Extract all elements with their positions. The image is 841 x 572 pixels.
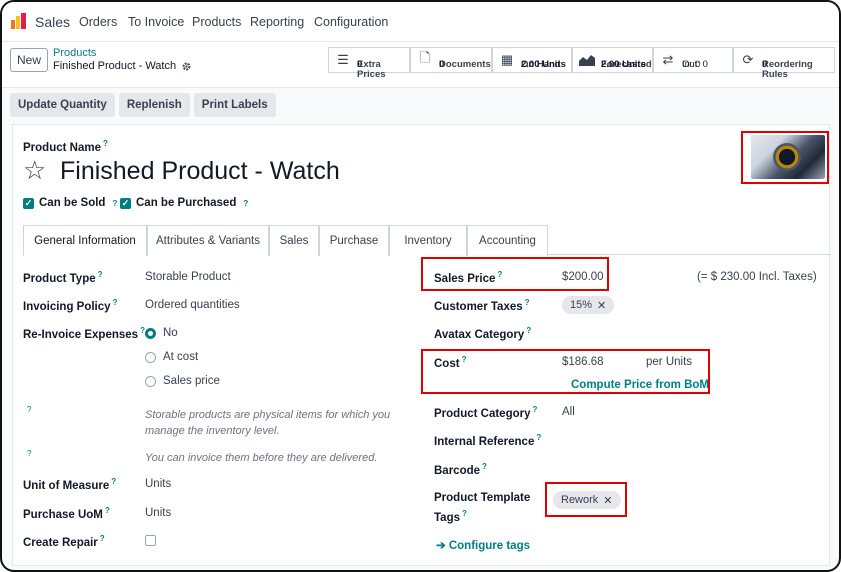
product-type-field[interactable]: Storable Product: [145, 271, 231, 283]
uom-field[interactable]: Units: [145, 478, 171, 490]
print-labels-button[interactable]: Print Labels: [193, 93, 276, 117]
smart-button-reordering-rules[interactable]: ⟳ Reordering Rules 0: [733, 47, 835, 80]
radio-empty-icon: [145, 351, 156, 363]
help-tooltip[interactable]: ?: [27, 449, 31, 458]
exchange-icon: ⇄: [662, 52, 674, 67]
radio-selected-icon: [145, 327, 156, 339]
smart-value: 2.00 Units: [521, 59, 566, 70]
breadcrumb-current: Finished Product - Watch: [53, 60, 192, 72]
app-name[interactable]: Sales: [35, 14, 70, 30]
radio-empty-icon: [145, 375, 156, 387]
product-title[interactable]: Finished Product - Watch: [60, 157, 340, 186]
invoicing-policy-field[interactable]: Ordered quantities: [145, 299, 240, 311]
nav-products[interactable]: Products: [192, 15, 241, 29]
smart-label: Extra Prices: [357, 59, 386, 80]
top-navbar: Sales Orders To Invoice Products Reporti…: [2, 2, 839, 42]
tab-sales[interactable]: Sales: [269, 225, 319, 256]
purchase-uom-field[interactable]: Units: [145, 507, 171, 519]
smart-value: 0: [439, 59, 445, 70]
reinvoice-expenses-label: Re-Invoice Expenses?: [23, 326, 145, 341]
smart-button-extra-prices[interactable]: ☰ Extra Prices 0: [328, 47, 410, 80]
smart-button-documents[interactable]: 🗋 Documents 0: [410, 47, 492, 73]
tab-accounting[interactable]: Accounting: [467, 225, 548, 256]
help-tooltip[interactable]: ?: [27, 405, 31, 414]
list-icon: ☰: [337, 52, 349, 67]
product-type-label: Product Type?: [23, 270, 103, 285]
document-icon: 🗋: [419, 50, 431, 65]
tab-general-information[interactable]: General Information: [23, 225, 147, 256]
radio-sales-price[interactable]: Sales price: [145, 375, 220, 387]
tab-attributes-variants[interactable]: Attributes & Variants: [147, 225, 269, 256]
update-quantity-button[interactable]: Update Quantity: [10, 93, 115, 117]
invoicing-policy-label: Invoicing Policy?: [23, 298, 118, 313]
app-window: Sales Orders To Invoice Products Reporti…: [0, 0, 841, 572]
nav-orders[interactable]: Orders: [79, 15, 117, 29]
tax-tag[interactable]: 15% ✕: [562, 296, 615, 314]
invoice-hint-text: You can invoice them before they are del…: [145, 452, 378, 464]
product-category-field[interactable]: All: [562, 406, 575, 418]
avatax-category-label: Avatax Category?: [434, 326, 532, 341]
smart-value: 2.00 Units: [601, 59, 646, 70]
area-chart-icon: [579, 53, 595, 67]
radio-no[interactable]: No: [145, 327, 178, 339]
replenish-button[interactable]: Replenish: [118, 93, 190, 117]
internal-reference-label: Internal Reference?: [434, 433, 542, 448]
radio-at-cost[interactable]: At cost: [145, 351, 198, 363]
new-button[interactable]: New: [10, 48, 48, 72]
nav-to-invoice[interactable]: To Invoice: [128, 15, 184, 29]
nav-configuration[interactable]: Configuration: [314, 15, 388, 29]
customer-taxes-label: Customer Taxes?: [434, 298, 530, 313]
smart-button-forecasted[interactable]: Forecasted 2.00 Units: [572, 47, 653, 73]
product-template-tags-label: Product Template Tags?: [434, 492, 531, 524]
smart-value: 0: [357, 59, 363, 70]
action-bar: Update Quantity Replenish Print Labels: [10, 93, 276, 117]
tab-inventory[interactable]: Inventory: [389, 225, 467, 256]
check-icon: ✓: [23, 197, 34, 209]
notebook-tabs: General Information Attributes & Variant…: [23, 225, 831, 256]
purchase-uom-label: Purchase UoM?: [23, 506, 110, 521]
create-repair-label: Create Repair?: [23, 534, 105, 549]
product-name-label: Product Name?: [23, 139, 108, 154]
smart-button-in-out[interactable]: ⇄ In: 0 Out: 0: [653, 47, 733, 73]
form-sheet: Product Name? ☆ Finished Product - Watch…: [12, 124, 831, 566]
smart-value: 0: [762, 59, 768, 70]
gear-icon[interactable]: [181, 61, 192, 72]
create-repair-checkbox[interactable]: [145, 535, 156, 546]
highlight-box-sales-price: [421, 257, 609, 291]
check-icon: ✓: [120, 197, 131, 209]
arrow-right-icon: ➔: [436, 540, 449, 552]
sales-app-icon[interactable]: [11, 13, 27, 29]
product-category-label: Product Category?: [434, 405, 538, 420]
highlight-box-image: [741, 131, 829, 184]
remove-tag-icon[interactable]: ✕: [597, 299, 606, 312]
help-tooltip[interactable]: ?: [112, 199, 117, 208]
smart-label: Documents: [439, 59, 491, 70]
breadcrumb-current-label: Finished Product - Watch: [53, 60, 177, 72]
highlight-box-template-tags: [545, 482, 627, 517]
highlight-box-cost: [421, 349, 710, 394]
can-be-sold-checkbox[interactable]: ✓ Can be Sold?: [23, 197, 117, 209]
barcode-label: Barcode?: [434, 462, 487, 477]
help-tooltip[interactable]: ?: [103, 139, 108, 148]
control-panel: New Products Finished Product - Watch ☰ …: [2, 42, 839, 88]
smart-button-on-hand[interactable]: ▦ On Hand 2.00 Units: [492, 47, 572, 73]
uom-label: Unit of Measure?: [23, 477, 117, 492]
can-be-purchased-checkbox[interactable]: ✓ Can be Purchased?: [120, 197, 248, 209]
smart-label: Reordering Rules: [762, 59, 813, 80]
help-tooltip[interactable]: ?: [243, 199, 248, 208]
breadcrumb-products[interactable]: Products: [53, 47, 96, 59]
storable-hint-text: Storable products are physical items for…: [145, 409, 391, 437]
cubes-icon: ▦: [500, 52, 514, 67]
smart-value: Out: 0: [682, 59, 708, 70]
nav-reporting[interactable]: Reporting: [250, 15, 304, 29]
refresh-icon: ⟳: [742, 52, 754, 67]
incl-taxes-text: (= $ 230.00 Incl. Taxes): [697, 271, 817, 283]
configure-tags-link[interactable]: ➔ Configure tags: [436, 538, 530, 552]
tab-purchase[interactable]: Purchase: [319, 225, 389, 256]
favorite-star-icon[interactable]: ☆: [23, 156, 46, 184]
